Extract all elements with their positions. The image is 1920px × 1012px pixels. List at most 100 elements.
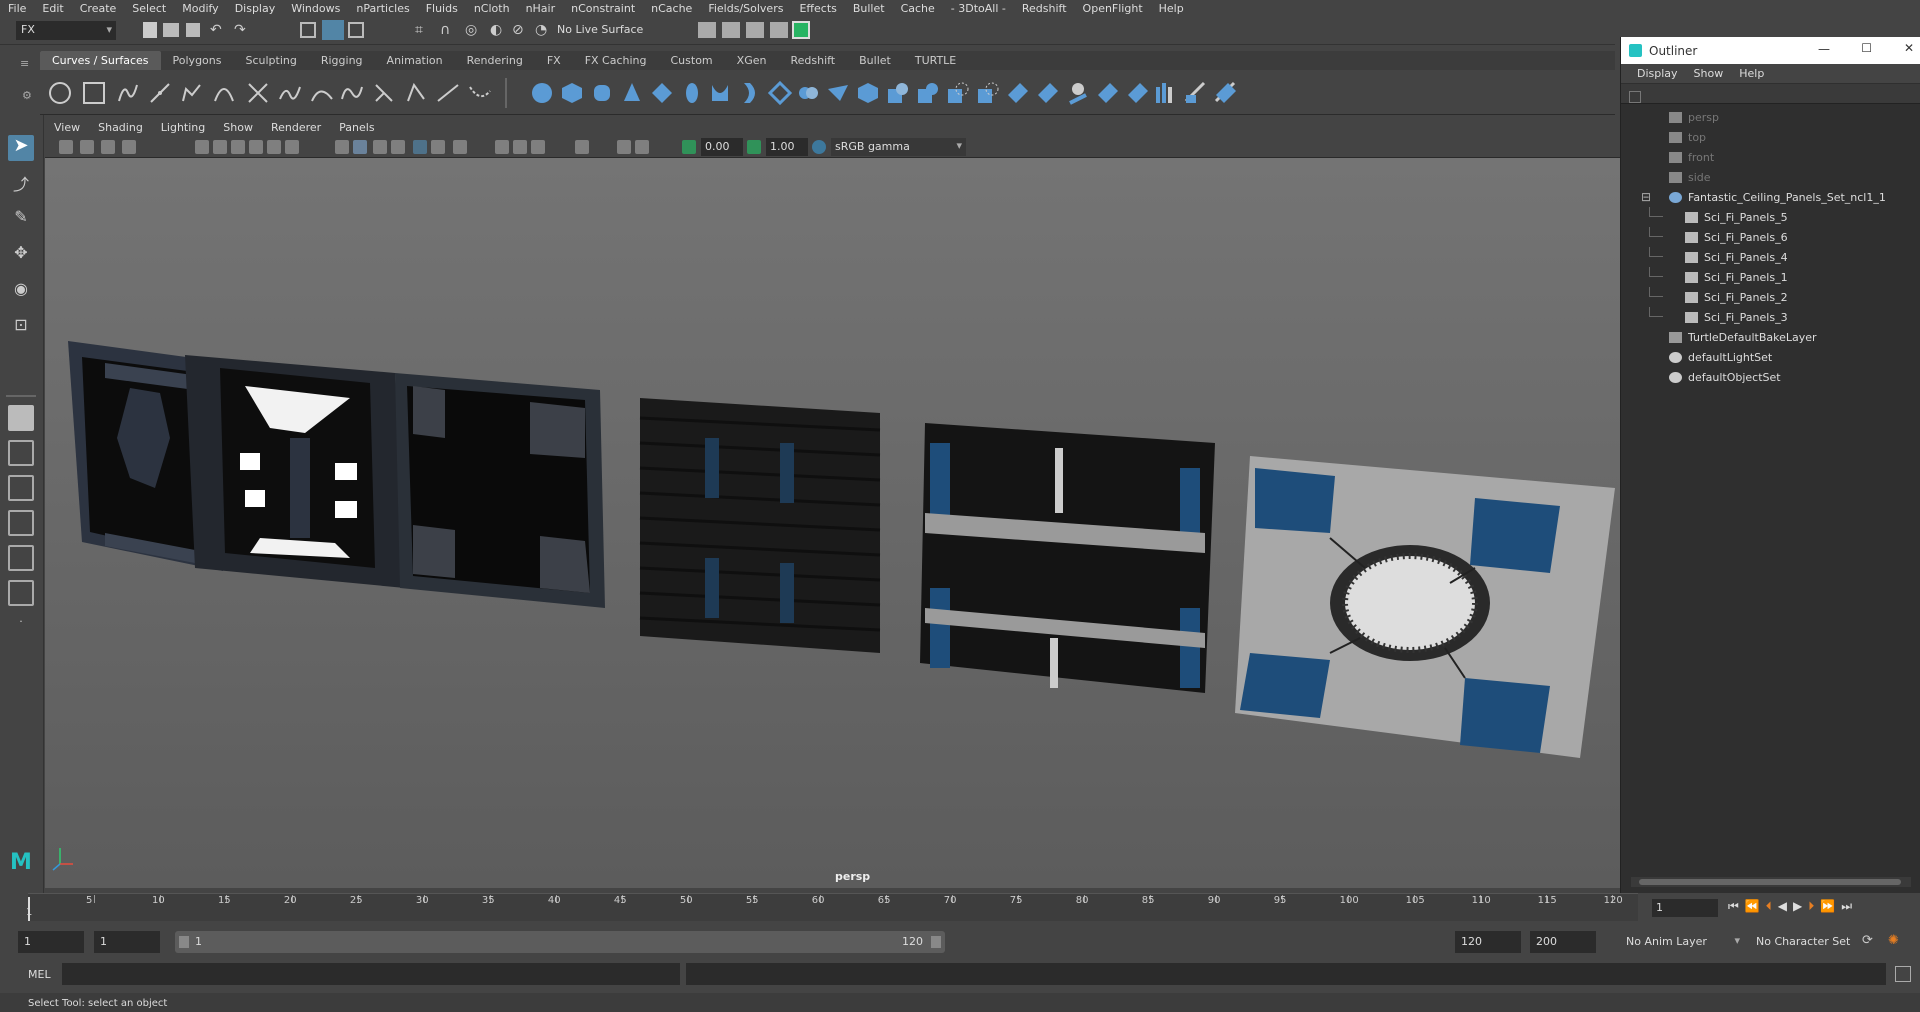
character-set-dropdown[interactable]: No Character Set <box>1750 931 1860 953</box>
fillet-surface-icon[interactable] <box>1066 81 1090 105</box>
shelf-tab-curves-surfaces[interactable]: Curves / Surfaces <box>40 51 161 70</box>
save-scene-icon[interactable] <box>186 23 200 37</box>
command-language-label[interactable]: MEL <box>28 968 51 981</box>
four-view-layout-icon[interactable] <box>8 440 34 466</box>
depth-of-field-icon[interactable] <box>531 140 545 154</box>
arc-icon[interactable] <box>212 81 236 105</box>
persp-outliner-layout-icon[interactable] <box>8 545 34 571</box>
open-scene-icon[interactable] <box>163 23 179 37</box>
shelf-tab-polygons[interactable]: Polygons <box>161 51 234 70</box>
animation-start-field[interactable]: 1 <box>18 931 84 953</box>
script-editor-icon[interactable] <box>1895 966 1911 982</box>
menu-bullet[interactable]: Bullet <box>845 2 893 15</box>
surface-editing-icon[interactable] <box>1214 81 1238 105</box>
trim-tool-icon[interactable] <box>946 81 970 105</box>
menu-file[interactable]: File <box>0 2 34 15</box>
time-slider[interactable]: 1 5 10 15 20 25 30 35 40 45 50 55 60 65 70 75 80 85 90 95 1… <box>0 893 1920 926</box>
range-slider-bar[interactable]: 1 120 <box>175 931 945 953</box>
xray-joints-icon[interactable] <box>617 140 631 154</box>
cv-curve-icon[interactable] <box>116 81 140 105</box>
sci-fi-panel-1[interactable] <box>639 398 881 653</box>
rebuild-surface-icon[interactable] <box>1154 81 1178 105</box>
field-chart-icon[interactable] <box>267 140 281 154</box>
shelf-tab-fx[interactable]: FX <box>535 51 573 70</box>
maximize-icon[interactable]: ☐ <box>1861 41 1872 55</box>
outliner-item[interactable]: TurtleDefaultBakeLayer <box>1621 327 1901 347</box>
untrim-icon[interactable] <box>976 81 1000 105</box>
sci-fi-panel-2[interactable] <box>920 423 1215 693</box>
gear-icon[interactable]: ⚙ <box>22 89 32 102</box>
color-space-dropdown[interactable]: sRGB gamma ▾ <box>831 138 966 156</box>
ambient-occlusion-icon[interactable] <box>453 140 467 154</box>
shelf-menu-icon[interactable]: ≡ <box>20 57 29 70</box>
shelf-tab-sculpting[interactable]: Sculpting <box>233 51 308 70</box>
extrude-icon[interactable] <box>796 81 820 105</box>
persp-graph-layout-icon[interactable] <box>8 510 34 536</box>
menu-3dtoall[interactable]: - 3DtoAll - <box>943 2 1014 15</box>
layout-options-icon[interactable]: · <box>8 615 34 641</box>
sculpt-tool-icon[interactable] <box>1184 81 1208 105</box>
pencil-curve-icon[interactable] <box>180 81 204 105</box>
nurbs-cube-icon[interactable] <box>560 81 584 105</box>
undo-icon[interactable]: ↶ <box>210 22 222 38</box>
film-gate-icon[interactable] <box>213 140 227 154</box>
nurbs-cone-icon[interactable] <box>620 81 644 105</box>
exposure-icon[interactable] <box>682 140 696 154</box>
viewport-menu-panels[interactable]: Panels <box>330 121 383 134</box>
menu-openflight[interactable]: OpenFlight <box>1075 2 1151 15</box>
shelf-tab-fx-caching[interactable]: FX Caching <box>573 51 659 70</box>
menu-ncache[interactable]: nCache <box>643 2 700 15</box>
project-curve-icon[interactable] <box>1036 81 1060 105</box>
select-object-icon[interactable] <box>322 20 344 40</box>
viewport-menu-view[interactable]: View <box>45 121 89 134</box>
wireframe-icon[interactable] <box>335 140 349 154</box>
menu-nhair[interactable]: nHair <box>518 2 564 15</box>
single-perspective-layout-icon[interactable] <box>8 405 34 431</box>
outliner-item[interactable]: defaultObjectSet <box>1621 367 1901 387</box>
menu-fields-solvers[interactable]: Fields/Solvers <box>700 2 791 15</box>
sci-fi-panel-3[interactable] <box>1235 456 1615 758</box>
outliner-item[interactable]: front <box>1621 147 1901 167</box>
textured-icon[interactable] <box>391 140 405 154</box>
shelf-tab-rendering[interactable]: Rendering <box>455 51 535 70</box>
intersect-icon[interactable] <box>1006 81 1030 105</box>
step-forward-key-icon[interactable]: ⏩ <box>1820 899 1841 913</box>
extend-curve-icon[interactable] <box>468 81 492 105</box>
boundary-icon[interactable] <box>856 81 880 105</box>
select-component-icon[interactable] <box>348 22 364 38</box>
outliner-item[interactable]: Sci_Fi_Panels_5 <box>1621 207 1901 227</box>
menu-fluids[interactable]: Fluids <box>418 2 466 15</box>
nurbs-torus-icon[interactable] <box>680 81 704 105</box>
outliner-hscrollbar[interactable] <box>1631 877 1911 887</box>
move-tool-icon[interactable]: ✥ <box>8 243 34 269</box>
command-input[interactable] <box>62 963 680 985</box>
shadows-icon[interactable] <box>431 140 445 154</box>
outliner-item[interactable]: ⊟ Fantastic_Ceiling_Panels_Set_ncl1_1 <box>1621 187 1901 207</box>
redo-icon[interactable]: ↷ <box>234 22 246 38</box>
sci-fi-panel-6[interactable] <box>185 355 405 588</box>
menu-select[interactable]: Select <box>124 2 174 15</box>
menu-create[interactable]: Create <box>72 2 125 15</box>
snap-point-icon[interactable]: ◎ <box>465 22 477 38</box>
outliner-menu-show[interactable]: Show <box>1686 67 1732 80</box>
outliner-item[interactable]: top <box>1621 127 1901 147</box>
new-scene-icon[interactable] <box>143 22 157 38</box>
outliner-item[interactable]: Sci_Fi_Panels_4 <box>1621 247 1901 267</box>
menu-redshift[interactable]: Redshift <box>1014 2 1075 15</box>
lasso-tool-icon[interactable]: ⤴ <box>8 171 34 197</box>
isolate-select-icon[interactable] <box>575 140 589 154</box>
xray-components-icon[interactable] <box>635 140 649 154</box>
nurbs-square-icon[interactable] <box>82 81 106 105</box>
outliner-persp-layout-icon[interactable] <box>8 580 34 606</box>
snap-grid-icon[interactable]: ⌗ <box>415 22 423 38</box>
attach-curves-icon[interactable] <box>278 81 302 105</box>
anim-layer-dropdown[interactable]: No Anim Layer ▾ <box>1620 931 1740 953</box>
nurbs-circle-icon[interactable] <box>48 81 72 105</box>
playback-end-field[interactable]: 120 <box>1455 931 1521 953</box>
outliner-item[interactable]: Sci_Fi_Panels_6 <box>1621 227 1901 247</box>
rotate-tool-icon[interactable]: ◉ <box>8 279 34 305</box>
shelf-tab-turtle[interactable]: TURTLE <box>903 51 968 70</box>
render-frame-icon[interactable] <box>698 22 716 38</box>
safe-action-icon[interactable] <box>285 140 299 154</box>
playback-start-field[interactable]: 1 <box>94 931 160 953</box>
